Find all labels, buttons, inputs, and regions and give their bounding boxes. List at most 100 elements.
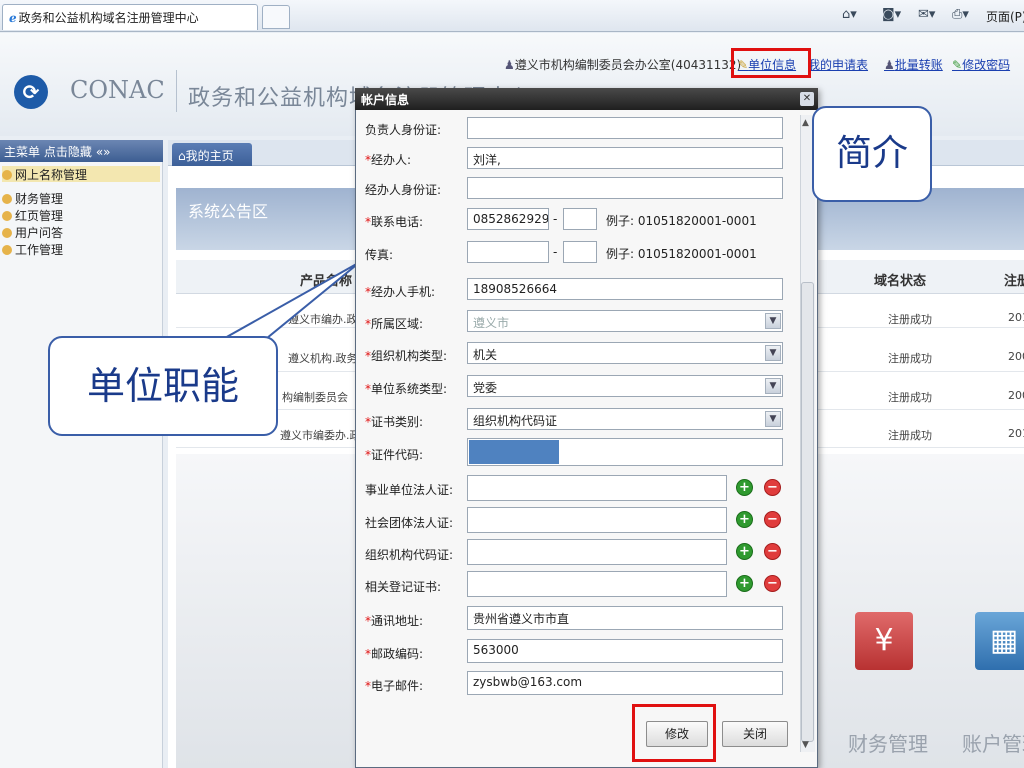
phone-example: 例子: 01051820001-0001 bbox=[606, 214, 757, 228]
highlight-unit-info bbox=[731, 48, 811, 78]
cert-code-redaction bbox=[469, 440, 559, 464]
label-region: *所属区域: bbox=[365, 315, 423, 332]
close-button[interactable]: 关闭 bbox=[722, 721, 788, 747]
menu-item-domain-mgmt[interactable]: 网上名称管理 bbox=[2, 166, 160, 182]
dialog-title[interactable]: 帐户信息 bbox=[355, 88, 818, 110]
fax-ext-field[interactable] bbox=[563, 241, 597, 263]
conac-logo-icon: ⟳ bbox=[14, 75, 48, 109]
cert-type-select[interactable]: 组织机构代码证 bbox=[467, 408, 783, 430]
user-info: ♟遵义市机构编制委员会办公室(40431132) bbox=[504, 56, 741, 73]
menu-item-label: 网上名称管理 bbox=[15, 168, 88, 182]
social-org-field[interactable] bbox=[467, 507, 727, 533]
org-type-select[interactable]: 机关 bbox=[467, 342, 783, 364]
label-handler: *经办人: bbox=[365, 151, 411, 168]
finance-label[interactable]: 财务管理 bbox=[848, 728, 928, 757]
label-email: *电子邮件: bbox=[365, 677, 423, 694]
chevron-down-icon[interactable]: ▼ bbox=[765, 345, 781, 361]
print-icon[interactable]: ⎙▾ bbox=[952, 7, 969, 22]
public-inst-field[interactable] bbox=[467, 475, 727, 501]
feeds-icon[interactable]: ◙▾ bbox=[882, 7, 901, 22]
chevron-down-icon[interactable]: ▼ bbox=[765, 378, 781, 394]
chevron-down-icon[interactable]: ▼ bbox=[765, 313, 781, 329]
page-menu[interactable]: 页面(P) bbox=[986, 8, 1024, 25]
label-text: 邮政编码: bbox=[371, 647, 424, 661]
link-change-password-label: 修改密码 bbox=[962, 58, 1011, 72]
label-cert-code: *证件代码: bbox=[365, 446, 423, 463]
chevron-down-icon[interactable]: ▼ bbox=[765, 411, 781, 427]
related-cert-field[interactable] bbox=[467, 571, 727, 597]
logo-divider bbox=[176, 70, 177, 112]
postcode-field[interactable]: 563000 bbox=[467, 639, 783, 663]
callout-unit-function: 单位职能 bbox=[48, 336, 278, 436]
label-unit-system: *单位系统类型: bbox=[365, 380, 447, 397]
home-icon[interactable]: ⌂▾ bbox=[842, 7, 857, 22]
folder-icon bbox=[2, 245, 12, 255]
phone-ext-field[interactable] bbox=[563, 208, 597, 230]
menu-item-label: 工作管理 bbox=[15, 243, 64, 257]
scroll-down-icon[interactable]: ▼ bbox=[802, 740, 809, 750]
label-postcode: *邮政编码: bbox=[365, 645, 423, 662]
mail-icon[interactable]: ✉▾ bbox=[918, 7, 935, 22]
dialog-close-icon[interactable]: ✕ bbox=[800, 92, 814, 106]
link-change-password[interactable]: ✎修改密码 bbox=[952, 56, 1010, 73]
cell-date: 200 bbox=[1008, 350, 1024, 363]
add-icon[interactable]: + bbox=[736, 479, 753, 496]
cell-name[interactable]: 构编制委员会 bbox=[282, 389, 348, 405]
menu-item-work[interactable]: 工作管理 bbox=[2, 241, 63, 257]
col-reg-date: 注册 bbox=[1004, 274, 1024, 289]
label-public-inst: 事业单位法人证: bbox=[365, 483, 454, 497]
tab-home[interactable]: ⌂我的主页 bbox=[172, 143, 252, 166]
handler-field[interactable]: 刘洋, bbox=[467, 147, 783, 169]
unit-system-select[interactable]: 党委 bbox=[467, 375, 783, 397]
folder-icon bbox=[2, 211, 12, 221]
remove-icon[interactable]: − bbox=[764, 543, 781, 560]
email-field[interactable]: zysbwb@163.com bbox=[467, 671, 783, 695]
label-social-org: 社会团体法人证: bbox=[365, 516, 454, 530]
cell-status: 注册成功 bbox=[888, 391, 932, 404]
label-text: 单位系统类型: bbox=[371, 382, 448, 396]
label-text: 所属区域: bbox=[371, 317, 424, 331]
cell-name[interactable]: 遵义市编委办.政 bbox=[280, 427, 361, 443]
label-leader-id: 负责人身份证: bbox=[365, 123, 442, 137]
menu-item-qa[interactable]: 用户问答 bbox=[2, 224, 63, 240]
label-text: 联系电话: bbox=[371, 215, 424, 229]
label-text: 经办人: bbox=[371, 153, 412, 167]
link-my-applications[interactable]: 我的申请表 bbox=[808, 56, 868, 73]
remove-icon[interactable]: − bbox=[764, 479, 781, 496]
label-phone: *联系电话: bbox=[365, 213, 423, 230]
finance-yuan-icon[interactable]: ¥ bbox=[855, 612, 913, 670]
label-org-code: 组织机构代码证: bbox=[365, 548, 454, 562]
account-label[interactable]: 账户管理 bbox=[962, 728, 1024, 757]
mobile-field[interactable]: 18908526664 bbox=[467, 278, 783, 300]
menu-item-redpage[interactable]: 红页管理 bbox=[2, 207, 63, 223]
account-abacus-icon[interactable]: ▦ bbox=[975, 612, 1024, 670]
menu-header[interactable]: 主菜单 点击隐藏 «» bbox=[0, 140, 163, 162]
address-field[interactable]: 贵州省遵义市市直 bbox=[467, 606, 783, 630]
region-select[interactable]: 遵义市 bbox=[467, 310, 783, 332]
label-text: 组织机构类型: bbox=[371, 349, 448, 363]
menu-item-label: 红页管理 bbox=[15, 209, 64, 223]
new-tab-button[interactable] bbox=[262, 5, 290, 29]
folder-icon bbox=[2, 228, 12, 238]
link-batch-transfer[interactable]: ♟批量转账 bbox=[884, 56, 943, 73]
menu-item-finance[interactable]: 财务管理 bbox=[2, 190, 63, 206]
cell-name[interactable]: 遵义机构.政务 bbox=[288, 350, 358, 366]
org-code-field[interactable] bbox=[467, 539, 727, 565]
add-icon[interactable]: + bbox=[736, 575, 753, 592]
scroll-up-icon[interactable]: ▲ bbox=[802, 118, 809, 128]
label-address: *通讯地址: bbox=[365, 612, 423, 629]
handler-id-field[interactable] bbox=[467, 177, 783, 199]
fax-example: 例子: 01051820001-0001 bbox=[606, 247, 757, 261]
leader-id-field[interactable] bbox=[467, 117, 783, 139]
add-icon[interactable]: + bbox=[736, 511, 753, 528]
collapse-icon[interactable]: «» bbox=[96, 145, 111, 159]
phone-field[interactable]: 08528629295 bbox=[467, 208, 549, 230]
browser-tab[interactable]: ℯ 政务和公益机构域名注册管理中心 bbox=[2, 4, 258, 30]
scroll-thumb[interactable] bbox=[801, 282, 814, 742]
add-icon[interactable]: + bbox=[736, 543, 753, 560]
cell-name[interactable]: 遵义市编办.政 bbox=[288, 311, 358, 327]
remove-icon[interactable]: − bbox=[764, 575, 781, 592]
fax-field[interactable] bbox=[467, 241, 549, 263]
remove-icon[interactable]: − bbox=[764, 511, 781, 528]
link-my-applications-label: 我的申请表 bbox=[808, 58, 869, 72]
